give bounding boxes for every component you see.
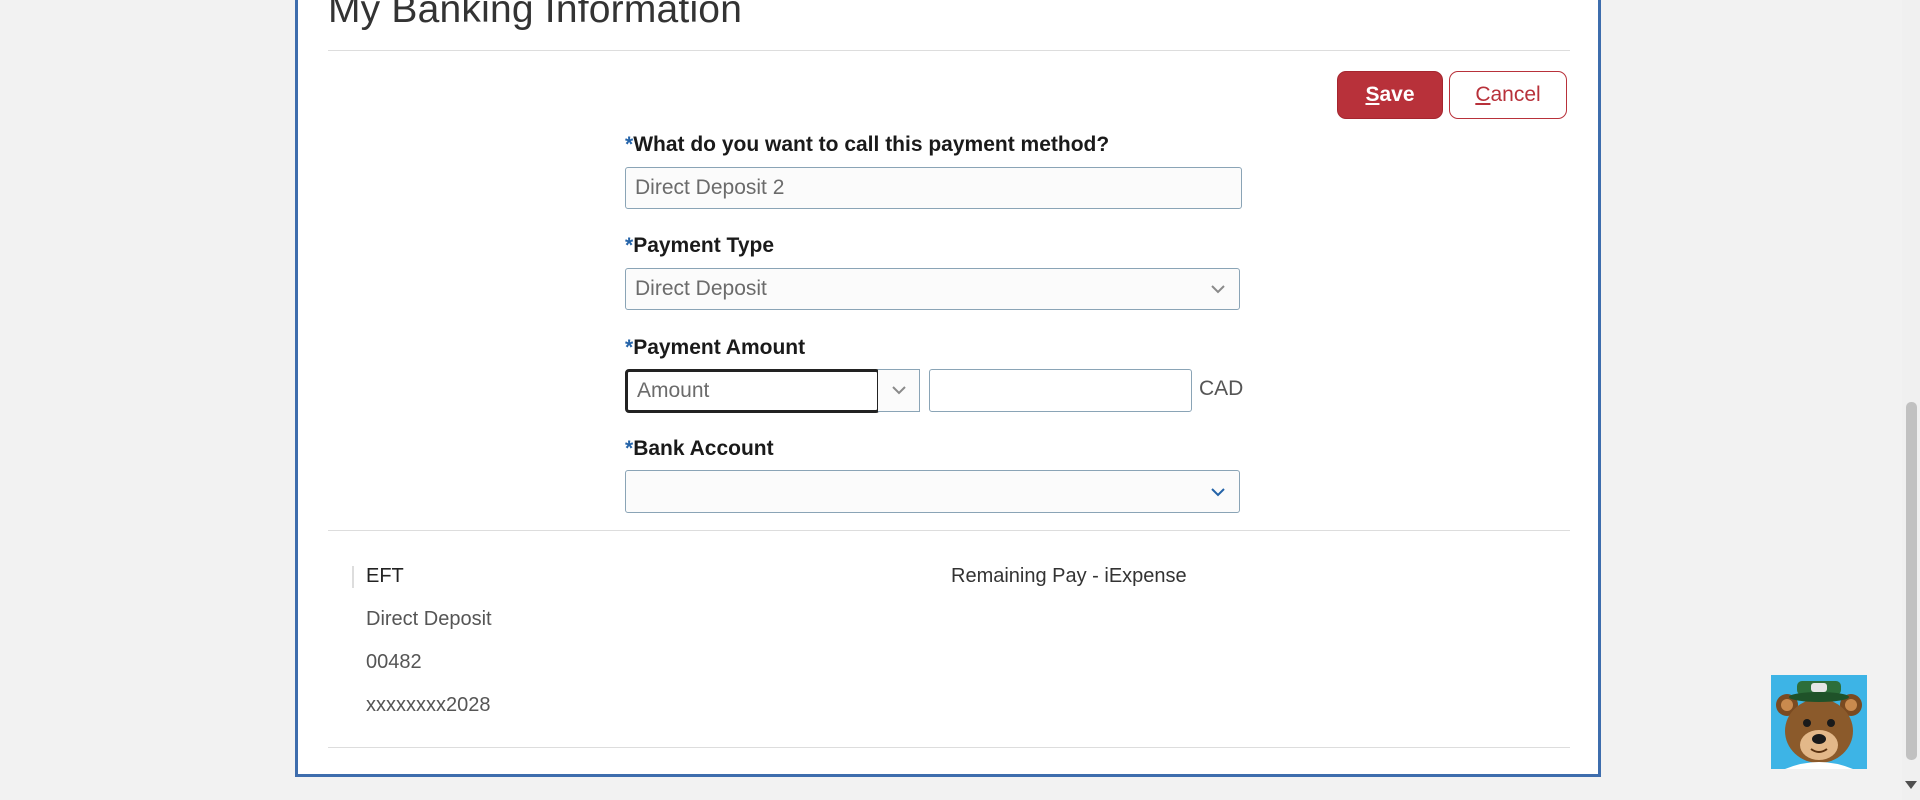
save-button[interactable]: Save	[1337, 71, 1443, 119]
row-marker	[352, 566, 354, 588]
existing-method-account: xxxxxxxx2028	[366, 694, 491, 716]
bear-mascot-icon[interactable]	[1771, 675, 1867, 769]
chevron-down-icon	[891, 382, 907, 400]
divider	[328, 530, 1570, 531]
cancel-label: ancel	[1490, 83, 1541, 106]
cancel-accesskey: C	[1475, 83, 1491, 106]
existing-method-type: Direct Deposit	[366, 608, 492, 630]
payment-amount-label: *Payment Amount	[625, 336, 805, 360]
payment-method-name-label-text: What do you want to call this payment me…	[633, 133, 1110, 156]
save-label: ave	[1379, 83, 1415, 106]
divider	[328, 747, 1570, 748]
bank-account-select[interactable]	[625, 470, 1240, 513]
save-accesskey: S	[1365, 83, 1380, 106]
existing-method-name: EFT	[366, 565, 404, 587]
payment-type-label: *Payment Type	[625, 234, 774, 258]
amount-type-select[interactable]: Amount	[625, 369, 880, 413]
currency-label: CAD	[1199, 377, 1244, 400]
divider	[328, 50, 1570, 51]
chevron-down-icon	[1208, 279, 1228, 299]
amount-type-value: Amount	[637, 379, 710, 402]
cancel-button[interactable]: Cancel	[1449, 71, 1567, 119]
payment-type-value: Direct Deposit	[635, 277, 767, 300]
payment-amount-label-text: Payment Amount	[633, 336, 806, 359]
payment-method-name-value: Direct Deposit 2	[635, 176, 785, 199]
existing-method-distribution: Remaining Pay - iExpense	[951, 565, 1187, 587]
amount-type-dropdown-button[interactable]	[878, 369, 920, 412]
bank-account-label: *Bank Account	[625, 437, 774, 461]
payment-type-label-text: Payment Type	[633, 234, 775, 257]
page-title: My Banking Information	[328, 0, 743, 31]
required-marker: *	[625, 133, 634, 156]
payment-method-name-input[interactable]: Direct Deposit 2	[625, 167, 1242, 209]
payment-amount-input[interactable]	[929, 369, 1192, 412]
existing-method-bank-code: 00482	[366, 651, 422, 673]
required-marker: *	[625, 437, 634, 460]
scroll-down-arrow-icon[interactable]	[1904, 778, 1918, 792]
required-marker: *	[625, 234, 634, 257]
payment-method-name-label: *What do you want to call this payment m…	[625, 133, 1109, 157]
scrollbar-thumb[interactable]	[1906, 402, 1917, 760]
chevron-down-icon	[1208, 482, 1228, 502]
payment-type-select[interactable]: Direct Deposit	[625, 268, 1240, 310]
required-marker: *	[625, 336, 634, 359]
bank-account-label-text: Bank Account	[633, 437, 774, 460]
